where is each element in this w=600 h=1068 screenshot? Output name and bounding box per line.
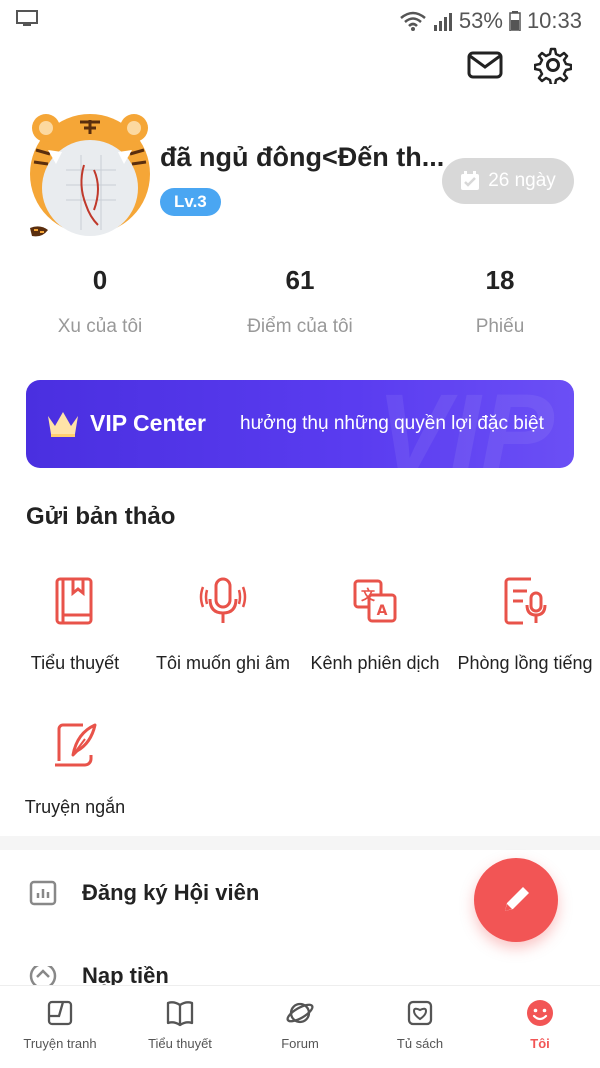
checkin-button[interactable]: 26 ngày — [442, 158, 574, 204]
settings-gear-icon[interactable] — [534, 46, 572, 84]
tile-label: Kênh phiên dịch — [310, 653, 440, 673]
menu-item-membership[interactable]: Đăng ký Hội viên — [28, 878, 259, 908]
tile-label: Tiểu thuyết — [30, 653, 120, 673]
tile-label: Tôi muốn ghi âm — [155, 653, 291, 673]
username: đã ngủ đông<Đến th... — [160, 142, 445, 172]
tile-short-story[interactable]: Truyện ngắn — [0, 719, 150, 818]
tile-label: Truyện ngắn — [24, 797, 126, 817]
compose-fab[interactable] — [474, 858, 558, 942]
profile-header: đã ngủ đông<Đến th... Lv.3 26 ngày — [26, 110, 586, 250]
translate-icon: 文 A — [353, 579, 397, 623]
screen-cast-icon — [16, 10, 38, 26]
avatar[interactable] — [26, 110, 154, 246]
nav-comics[interactable]: Truyện tranh — [0, 986, 120, 1068]
tile-novel[interactable]: Tiểu thuyết — [0, 575, 150, 674]
section-title: Gửi bản thảo — [26, 503, 176, 530]
membership-chart-icon — [29, 880, 57, 906]
microphone-icon — [199, 577, 247, 623]
stat-label: Phiếu — [475, 316, 525, 337]
nav-me[interactable]: Tôi — [480, 986, 600, 1068]
mail-icon[interactable] — [466, 46, 504, 84]
stat-coins[interactable]: 0 Xu của tôi — [0, 265, 200, 338]
stat-value: 0 — [92, 265, 108, 295]
svg-text:文: 文 — [361, 587, 376, 604]
tile-record[interactable]: Tôi muốn ghi âm — [148, 575, 298, 674]
stat-value: 61 — [285, 265, 315, 295]
bottom-nav: Truyện tranh Tiểu thuyết Forum Tủ sách T… — [0, 985, 600, 1068]
crown-icon — [48, 412, 78, 437]
pencil-icon — [505, 887, 529, 911]
status-bar: 53% 10:33 — [0, 0, 600, 42]
tile-translate[interactable]: 文 A Kênh phiên dịch — [300, 575, 450, 674]
nav-novels[interactable]: Tiểu thuyết — [120, 986, 240, 1068]
wifi-icon — [400, 11, 426, 31]
nav-label: Truyện tranh — [23, 1036, 97, 1051]
tile-label: Phòng lồng tiếng — [457, 653, 593, 673]
book-icon — [55, 577, 93, 625]
battery-percent: 53% — [458, 8, 503, 33]
nav-forum[interactable]: Forum — [240, 986, 360, 1068]
vip-title: VIP Center — [90, 410, 206, 436]
battery-icon — [509, 11, 521, 31]
dubbing-icon — [504, 577, 547, 625]
quill-icon — [55, 723, 97, 767]
recharge-icon — [29, 966, 57, 986]
clock: 10:33 — [526, 8, 582, 33]
menu-item-label: Đăng ký Hội viên — [82, 880, 260, 905]
menu-item-label: Nạp tiền — [82, 966, 169, 986]
nav-label: Tiểu thuyết — [148, 1036, 212, 1051]
nav-label: Forum — [281, 1036, 319, 1051]
nav-label: Tôi — [530, 1036, 550, 1051]
stat-label: Điểm của tôi — [247, 316, 353, 337]
bookshelf-icon — [407, 1000, 433, 1026]
divider — [0, 836, 600, 850]
signal-icon — [433, 13, 452, 31]
comic-icon — [47, 1000, 73, 1026]
nav-bookshelf[interactable]: Tủ sách — [360, 986, 480, 1068]
vip-subtitle: hưởng thụ những quyền lợi đặc biệt — [240, 413, 544, 434]
novel-book-icon — [166, 1001, 194, 1027]
menu-item-recharge[interactable]: Nạp tiền — [28, 966, 169, 986]
stat-value: 18 — [485, 265, 515, 295]
calendar-check-icon — [461, 171, 480, 190]
vip-center-banner[interactable]: VIP VIP Center hưởng thụ những quyền lợi… — [26, 380, 574, 468]
level-badge: Lv.3 — [160, 188, 221, 216]
nav-label: Tủ sách — [396, 1036, 444, 1051]
forum-planet-icon — [286, 1002, 314, 1024]
stat-tickets[interactable]: 18 Phiếu — [400, 265, 600, 338]
checkin-label: 26 ngày — [488, 170, 556, 191]
stat-label: Xu của tôi — [57, 316, 143, 337]
svg-text:A: A — [377, 603, 388, 619]
stat-points[interactable]: 61 Điểm của tôi — [200, 265, 400, 338]
me-face-icon — [527, 1000, 553, 1026]
tile-dubbing[interactable]: Phòng lồng tiếng — [450, 575, 600, 674]
stats-row: 0 Xu của tôi 61 Điểm của tôi 18 Phiếu — [0, 265, 600, 338]
